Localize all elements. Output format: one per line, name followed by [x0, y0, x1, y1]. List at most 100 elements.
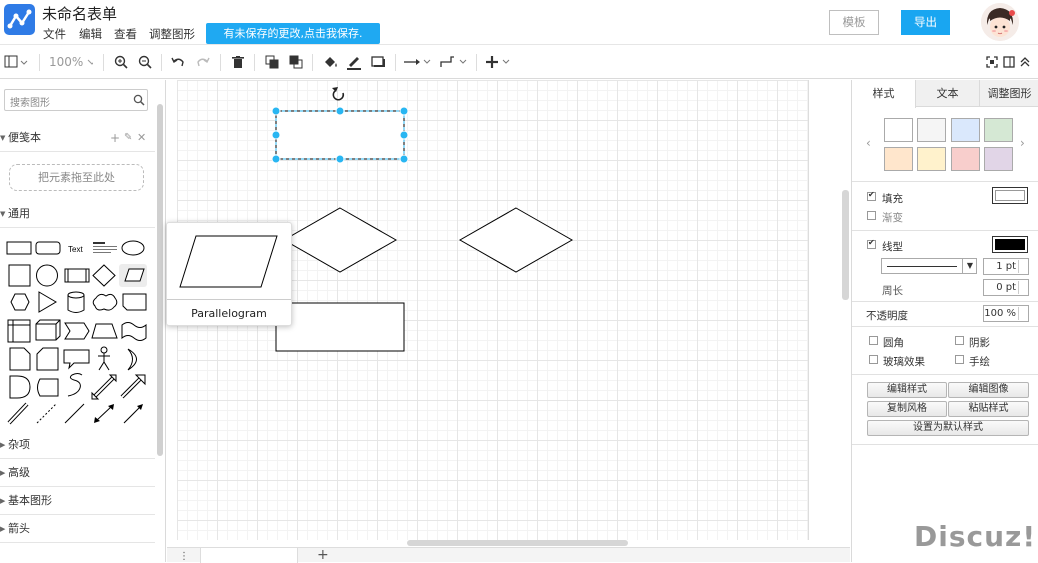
delete-icon[interactable] [229, 52, 247, 72]
sidebar-scrollbar[interactable] [157, 104, 163, 456]
connection-style-icon[interactable] [403, 52, 433, 72]
search-placeholder: 搜索图形 [10, 98, 50, 109]
canvas-vertical-scrollbar[interactable] [842, 190, 849, 300]
unsaved-changes-banner[interactable]: 有未保存的更改,点击我保存. [206, 23, 380, 44]
style-swatch[interactable] [917, 118, 946, 142]
style-swatch[interactable] [951, 118, 980, 142]
line-color-picker[interactable] [992, 236, 1028, 253]
shape-line [64, 403, 85, 424]
general-section-header[interactable]: ▼ 通用 [0, 200, 155, 228]
style-swatch[interactable] [984, 147, 1013, 171]
canvas-horizontal-scrollbar[interactable] [407, 540, 628, 546]
solid-line-preview [887, 266, 957, 267]
insert-icon[interactable] [484, 52, 514, 72]
line-color-icon[interactable] [345, 52, 363, 72]
scratchpad-header[interactable]: ▼ 便笺本 + ✎ ✕ [0, 124, 155, 152]
sketch-checkbox[interactable] [955, 355, 964, 364]
close-icon[interactable]: ✕ [137, 124, 146, 152]
shape-trapezoid [91, 323, 118, 339]
toolbar-divider [220, 54, 221, 71]
chevron-right-icon[interactable]: › [1020, 136, 1025, 150]
to-front-icon[interactable] [263, 52, 281, 72]
zoom-value: 100% [49, 55, 84, 69]
basic-shapes-section-header[interactable]: ▶ 基本图形 [0, 487, 155, 515]
add-icon[interactable]: + [110, 124, 120, 152]
to-back-icon[interactable] [287, 52, 305, 72]
waypoint-style-icon[interactable] [439, 52, 469, 72]
scratchpad-dropzone[interactable]: 把元素拖至此处 [9, 164, 144, 191]
tab-arrange[interactable]: 调整图形 [980, 80, 1038, 107]
search-icon[interactable] [133, 94, 145, 106]
glass-checkbox[interactable] [869, 355, 878, 364]
style-swatch[interactable] [884, 147, 913, 171]
style-swatch[interactable] [951, 147, 980, 171]
shapes-sidebar: 搜索图形 ▼ 便笺本 + ✎ ✕ 把元素拖至此处 ▼ 通用 Text ▶ 杂项 … [0, 80, 166, 562]
page-tab[interactable] [200, 548, 298, 563]
fill-color-swatch [995, 190, 1025, 201]
advanced-section-header[interactable]: ▶ 高级 [0, 459, 155, 487]
zoom-out-icon[interactable] [136, 52, 154, 72]
fullscreen-icon[interactable] [985, 52, 999, 72]
user-avatar[interactable] [981, 3, 1019, 41]
diamond-shape-2[interactable] [458, 207, 574, 273]
set-as-default-style-button[interactable]: 设置为默认样式 [867, 420, 1029, 436]
diamond-shape-1[interactable] [282, 207, 398, 273]
shape-process [64, 268, 90, 283]
menu-view[interactable]: 查看 [114, 26, 137, 42]
format-panel-icon[interactable] [1002, 52, 1016, 72]
edit-image-button[interactable]: 编辑图像 [948, 382, 1029, 398]
shape-search-input[interactable]: 搜索图形 [4, 89, 148, 111]
tab-style[interactable]: 样式 [852, 80, 916, 108]
paste-style-button[interactable]: 粘贴样式 [948, 401, 1029, 417]
zoom-in-icon[interactable] [112, 52, 130, 72]
collapse-icon[interactable] [1018, 52, 1032, 72]
style-swatch[interactable] [884, 118, 913, 142]
expand-arrow-icon: ▼ [0, 210, 6, 218]
line-pattern-select[interactable]: ▼ [881, 258, 977, 274]
scratchpad-title: 便笺本 [8, 131, 41, 144]
selected-rectangle[interactable] [275, 110, 405, 160]
perimeter-input[interactable]: 0 pt [983, 279, 1029, 296]
fill-color-picker[interactable] [992, 187, 1028, 204]
shape-hexagon [10, 293, 30, 311]
redo-icon[interactable] [194, 52, 212, 72]
edit-style-button[interactable]: 编辑样式 [867, 382, 947, 398]
rectangle-shape[interactable] [275, 302, 405, 352]
undo-icon[interactable] [169, 52, 187, 72]
menu-file[interactable]: 文件 [43, 26, 66, 42]
shape-bidirectional-arrow [91, 374, 117, 400]
rotate-handle-icon[interactable] [332, 87, 345, 101]
edit-icon[interactable]: ✎ [124, 124, 132, 152]
shape-rectangle [6, 241, 32, 255]
shadow-icon[interactable] [369, 52, 387, 72]
fill-checkbox[interactable] [867, 190, 876, 201]
document-title[interactable]: 未命名表单 [42, 3, 117, 24]
menu-arrange[interactable]: 调整图形 [149, 26, 195, 42]
shadow-checkbox[interactable] [955, 336, 964, 345]
shape-text-label[interactable]: Text [68, 245, 83, 254]
general-section-title: 通用 [8, 207, 30, 220]
section-title: 基本图形 [8, 494, 52, 507]
export-button[interactable]: 导出 [901, 10, 950, 35]
shape-ellipse [121, 240, 145, 256]
page-view-icon[interactable] [3, 52, 29, 72]
opacity-input[interactable]: 100 % [983, 305, 1029, 322]
copy-style-button[interactable]: 复制风格 [867, 401, 947, 417]
general-shapes-palette[interactable]: Text [0, 230, 155, 430]
line-width-input[interactable]: 1 pt [983, 258, 1029, 275]
menu-edit[interactable]: 编辑 [79, 26, 102, 42]
misc-section-header[interactable]: ▶ 杂项 [0, 431, 155, 459]
style-swatch[interactable] [917, 147, 946, 171]
style-swatch[interactable] [984, 118, 1013, 142]
tab-text[interactable]: 文本 [916, 80, 980, 107]
pages-menu-icon[interactable]: ⋮ [179, 551, 189, 562]
add-page-icon[interactable]: + [317, 547, 329, 563]
arrows-section-header[interactable]: ▶ 箭头 [0, 515, 155, 543]
chevron-left-icon[interactable]: ‹ [866, 136, 871, 150]
line-checkbox[interactable] [867, 238, 876, 249]
fill-color-icon[interactable] [321, 52, 339, 72]
zoom-select[interactable]: 100% [49, 52, 93, 72]
rounded-checkbox[interactable] [869, 336, 878, 345]
gradient-checkbox[interactable] [867, 211, 876, 220]
template-button[interactable]: 模板 [829, 10, 879, 35]
